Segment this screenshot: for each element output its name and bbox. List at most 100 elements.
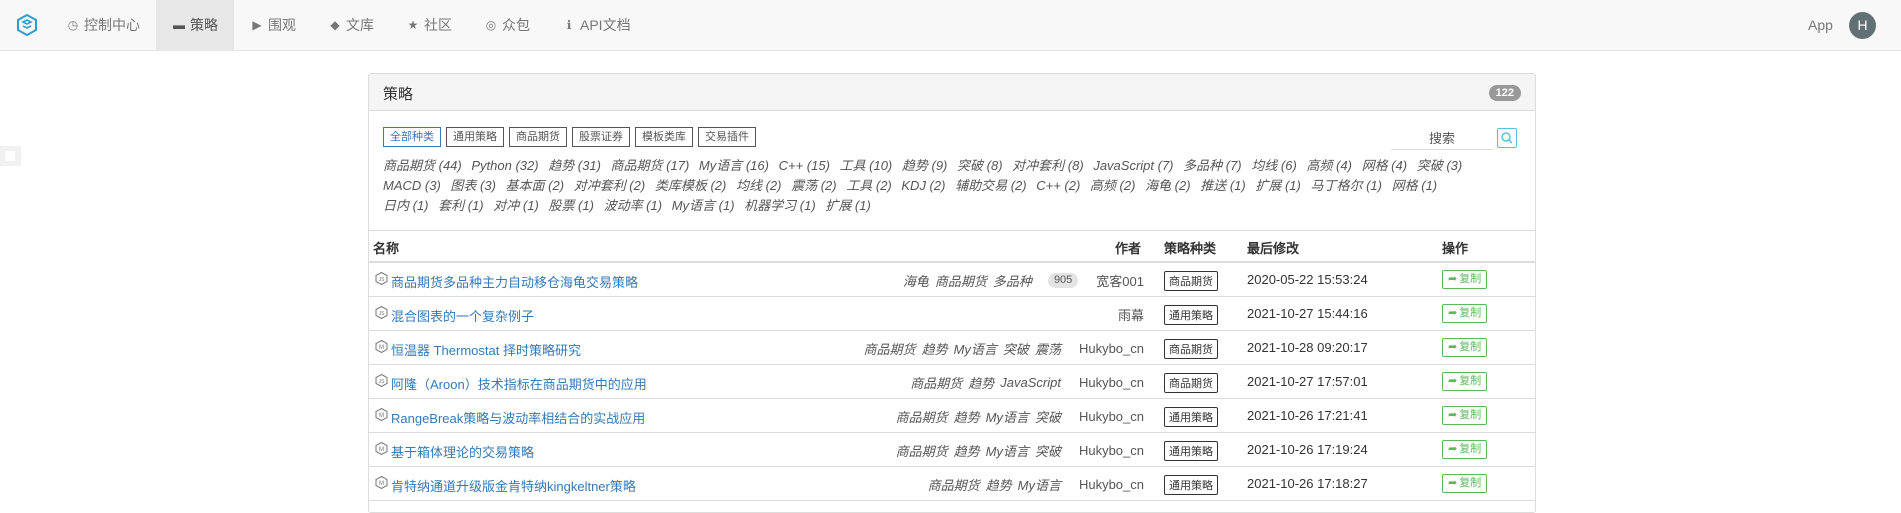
row-tag[interactable]: 趋势: [986, 475, 1012, 494]
tag-link[interactable]: 图表 (3): [450, 178, 496, 193]
tag-link[interactable]: My语言 (1): [672, 198, 735, 213]
tag-link[interactable]: 马丁格尔 (1): [1310, 178, 1382, 193]
row-tag[interactable]: 商品期货: [896, 407, 948, 426]
strategy-link[interactable]: 肯特纳通道升级版金肯特纳kingkeltner策略: [391, 476, 636, 495]
author-link[interactable]: Hukybo_cn: [1079, 443, 1144, 458]
filter-button-3[interactable]: 股票证券: [572, 127, 630, 147]
nav-item-2[interactable]: ▶ 围观: [234, 0, 312, 50]
strategy-link[interactable]: 商品期货多品种主力自动移仓海龟交易策略: [391, 272, 638, 291]
copy-button[interactable]: ➦ 复制: [1442, 474, 1488, 493]
nav-item-6[interactable]: ℹ API文档: [546, 0, 647, 50]
tag-link[interactable]: 对冲套利 (2): [574, 178, 646, 193]
tag-link[interactable]: 商品期货 (44): [383, 158, 462, 173]
tag-link[interactable]: 均线 (2): [736, 178, 782, 193]
author-link[interactable]: Hukybo_cn: [1079, 375, 1144, 390]
tag-link[interactable]: 突破 (3): [1417, 158, 1463, 173]
strategy-link[interactable]: 恒温器 Thermostat 择时策略研究: [391, 340, 581, 359]
tag-link[interactable]: 高频 (4): [1306, 158, 1352, 173]
tag-link[interactable]: 高频 (2): [1090, 178, 1136, 193]
tag-link[interactable]: 推送 (1): [1200, 178, 1246, 193]
tag-link[interactable]: C++ (15): [779, 158, 830, 173]
strategy-link[interactable]: 混合图表的一个复杂例子: [391, 306, 534, 325]
filter-button-5[interactable]: 交易插件: [698, 127, 756, 147]
tag-link[interactable]: 套利 (1): [438, 198, 484, 213]
row-tag[interactable]: My语言: [986, 441, 1029, 460]
row-tag[interactable]: My语言: [1018, 475, 1061, 494]
row-tag[interactable]: 商品期货: [864, 339, 916, 358]
copy-button[interactable]: ➦ 复制: [1442, 406, 1488, 425]
row-tag[interactable]: 趋势: [954, 441, 980, 460]
filter-button-4[interactable]: 模板类库: [635, 127, 693, 147]
nav-item-1[interactable]: ▬ 策略: [156, 0, 234, 50]
tag-link[interactable]: 基本面 (2): [506, 178, 565, 193]
row-tag[interactable]: 突破: [1003, 339, 1029, 358]
tag-link[interactable]: 趋势 (31): [548, 158, 601, 173]
copy-button[interactable]: ➦ 复制: [1442, 372, 1488, 391]
search-button[interactable]: [1497, 128, 1517, 148]
copy-button[interactable]: ➦ 复制: [1442, 270, 1488, 289]
tag-link[interactable]: Python (32): [471, 158, 538, 173]
nav-item-3[interactable]: ◆ 文库: [312, 0, 390, 50]
tag-link[interactable]: 对冲 (1): [493, 198, 539, 213]
author-link[interactable]: Hukybo_cn: [1079, 341, 1144, 356]
tag-link[interactable]: 机器学习 (1): [744, 198, 816, 213]
row-tag[interactable]: 突破: [1035, 407, 1061, 426]
nav-item-5[interactable]: ◎ 众包: [468, 0, 546, 50]
row-tag[interactable]: 震荡: [1035, 339, 1061, 358]
strategy-link[interactable]: 基于箱体理论的交易策略: [391, 442, 534, 461]
tag-link[interactable]: 突破 (8): [957, 158, 1003, 173]
tag-link[interactable]: 网格 (4): [1362, 158, 1408, 173]
row-tag[interactable]: 商品期货: [910, 373, 962, 392]
tag-link[interactable]: 对冲套利 (8): [1012, 158, 1084, 173]
row-tag[interactable]: My语言: [986, 407, 1029, 426]
author-link[interactable]: Hukybo_cn: [1079, 477, 1144, 492]
tag-link[interactable]: 均线 (6): [1251, 158, 1297, 173]
row-tag[interactable]: 趋势: [968, 373, 994, 392]
row-tag[interactable]: 商品期货: [928, 475, 980, 494]
tag-link[interactable]: 辅助交易 (2): [955, 178, 1027, 193]
filter-button-0[interactable]: 全部种类: [383, 127, 441, 147]
tag-link[interactable]: 股票 (1): [548, 198, 594, 213]
tag-link[interactable]: 工具 (2): [846, 178, 892, 193]
tag-link[interactable]: JavaScript (7): [1093, 158, 1173, 173]
row-tag[interactable]: 多品种: [993, 271, 1032, 290]
tag-link[interactable]: 网格 (1): [1392, 178, 1438, 193]
author-link[interactable]: 雨幕: [1118, 305, 1144, 324]
tag-link[interactable]: 海龟 (2): [1145, 178, 1191, 193]
copy-button[interactable]: ➦ 复制: [1442, 338, 1488, 357]
tag-link[interactable]: 商品期货 (17): [611, 158, 690, 173]
tag-link[interactable]: 日内 (1): [383, 198, 429, 213]
row-tag[interactable]: 商品期货: [935, 271, 987, 290]
row-tag[interactable]: JavaScript: [1000, 375, 1061, 390]
copy-button[interactable]: ➦ 复制: [1442, 440, 1488, 459]
search-input[interactable]: [1391, 128, 1493, 150]
avatar[interactable]: H: [1849, 12, 1876, 39]
nav-item-4[interactable]: ★ 社区: [390, 0, 468, 50]
side-toggle[interactable]: [0, 146, 21, 166]
app-link[interactable]: App: [1808, 0, 1833, 50]
nav-item-0[interactable]: ◷ 控制中心: [50, 0, 156, 50]
tag-link[interactable]: 类库模板 (2): [655, 178, 727, 193]
tag-link[interactable]: 趋势 (9): [902, 158, 948, 173]
tag-link[interactable]: 震荡 (2): [791, 178, 837, 193]
strategy-link[interactable]: 阿隆（Aroon）技术指标在商品期货中的应用: [391, 374, 647, 393]
tag-link[interactable]: MACD (3): [383, 178, 441, 193]
row-tag[interactable]: My语言: [954, 339, 997, 358]
row-tag[interactable]: 趋势: [922, 339, 948, 358]
author-link[interactable]: 宽客001: [1096, 271, 1144, 290]
tag-link[interactable]: 波动率 (1): [604, 198, 663, 213]
tag-link[interactable]: C++ (2): [1036, 178, 1080, 193]
tag-link[interactable]: KDJ (2): [901, 178, 945, 193]
filter-button-2[interactable]: 商品期货: [509, 127, 567, 147]
row-tag[interactable]: 突破: [1035, 441, 1061, 460]
tag-link[interactable]: 扩展 (1): [1255, 178, 1301, 193]
tag-link[interactable]: 工具 (10): [840, 158, 893, 173]
copy-button[interactable]: ➦ 复制: [1442, 304, 1488, 323]
strategy-link[interactable]: RangeBreak策略与波动率相结合的实战应用: [391, 408, 645, 427]
fmz-logo-icon[interactable]: [16, 14, 38, 36]
row-tag[interactable]: 商品期货: [896, 441, 948, 460]
tag-link[interactable]: 扩展 (1): [825, 198, 871, 213]
tag-link[interactable]: My语言 (16): [699, 158, 769, 173]
row-tag[interactable]: 趋势: [954, 407, 980, 426]
row-tag[interactable]: 海龟: [903, 271, 929, 290]
